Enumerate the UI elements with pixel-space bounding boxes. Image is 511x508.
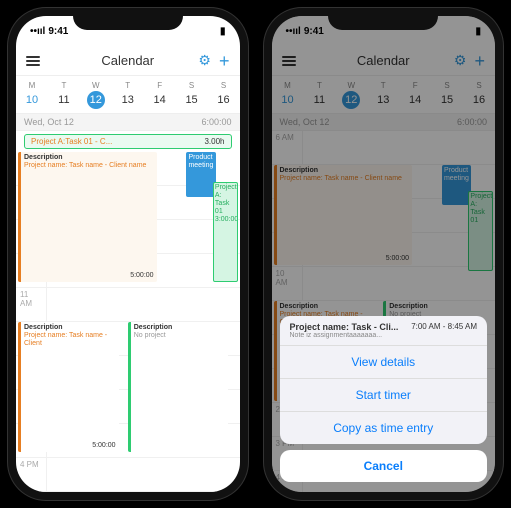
- phone-left: ••ııl 9:41 ▮ Calendar ⚙ + M10 T11 W12 T1…: [8, 8, 248, 500]
- day-sun[interactable]: S16: [208, 76, 240, 113]
- calendar-grid[interactable]: 7 AM 8 AM 9 AM 10 AM 11 AM 12 PM 1 PM 2 …: [16, 152, 240, 492]
- day-tue[interactable]: T11: [48, 76, 80, 113]
- page-title: Calendar: [101, 53, 154, 68]
- notch: [73, 8, 183, 30]
- cancel-group: Cancel: [280, 450, 488, 482]
- sheet-group: Project name: Task - Cli... Note iz assi…: [280, 316, 488, 444]
- notch: [328, 8, 438, 30]
- event-description-1[interactable]: Description Project name: Task name - Cl…: [18, 152, 157, 282]
- event-project-a[interactable]: Project A: Task 01 3:00:00: [213, 182, 238, 282]
- day-thu[interactable]: T13: [112, 76, 144, 113]
- allday-date: Wed, Oct 12: [24, 117, 74, 127]
- allday-header: Wed, Oct 12 6:00:00: [16, 114, 240, 131]
- copy-as-time-entry-button[interactable]: Copy as time entry: [280, 412, 488, 444]
- event-product-meeting[interactable]: Product meeting: [186, 152, 215, 197]
- signal-icon: ••ııl 9:41: [30, 26, 68, 37]
- day-sat[interactable]: S15: [176, 76, 208, 113]
- sheet-header: Project name: Task - Cli... Note iz assi…: [280, 316, 488, 346]
- navbar: Calendar ⚙ +: [16, 46, 240, 76]
- add-icon[interactable]: +: [219, 52, 230, 70]
- allday-time: 6:00:00: [201, 117, 231, 127]
- sheet-note: Note iz assignmentaaaaaaa...: [290, 332, 399, 339]
- week-strip[interactable]: M10 T11 W12 T13 F14 S15 S16: [16, 76, 240, 114]
- cancel-button[interactable]: Cancel: [280, 450, 488, 482]
- day-fri[interactable]: F14: [144, 76, 176, 113]
- sheet-title: Project name: Task - Cli...: [290, 322, 399, 332]
- event-description-3[interactable]: Description No project: [128, 322, 229, 452]
- action-sheet: Project name: Task - Cli... Note iz assi…: [280, 316, 488, 482]
- settings-icon[interactable]: ⚙: [198, 52, 211, 69]
- menu-icon[interactable]: [26, 54, 40, 68]
- allday-task[interactable]: Project A:Task 01 - C... 3.00h: [24, 134, 232, 149]
- day-mon[interactable]: M10: [16, 76, 48, 113]
- start-timer-button[interactable]: Start timer: [280, 379, 488, 412]
- phone-right: ••ııl9:41 ▮ Calendar ⚙+ M10 T11 W12 T13 …: [264, 8, 504, 500]
- day-wed[interactable]: W12: [80, 76, 112, 113]
- battery-icon: ▮: [220, 26, 226, 37]
- view-details-button[interactable]: View details: [280, 346, 488, 379]
- sheet-time: 7:00 AM - 8:45 AM: [411, 322, 477, 331]
- event-description-2[interactable]: Description Project name: Task name - Cl…: [18, 322, 119, 452]
